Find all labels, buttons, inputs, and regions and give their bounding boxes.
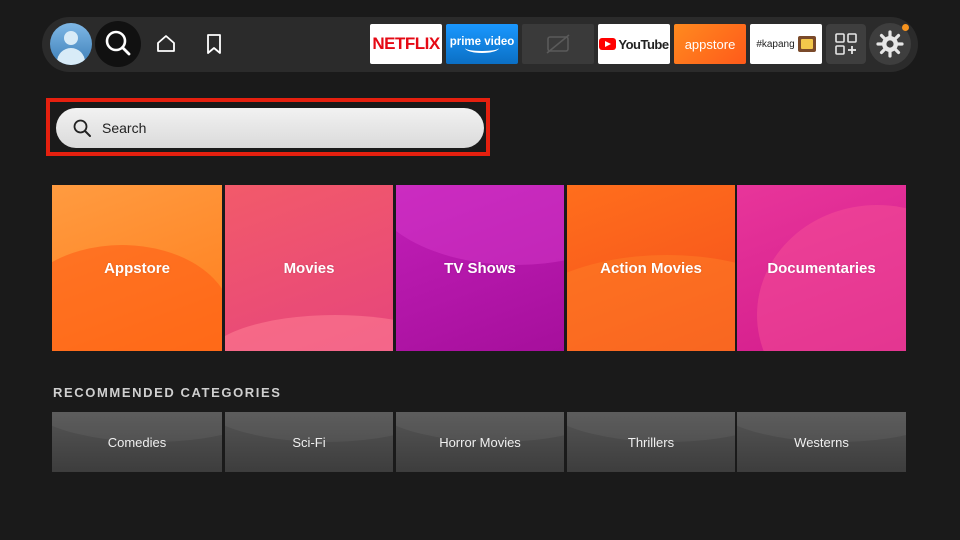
search-label: Search [102,120,147,136]
tile-appstore[interactable]: Appstore [52,185,222,351]
category-westerns[interactable]: Westerns [737,412,906,472]
app-hidden-tile[interactable] [522,24,594,64]
tile-movies[interactable]: Movies [225,185,393,351]
bookmark-icon [207,34,221,54]
category-horror-movies[interactable]: Horror Movies [396,412,564,472]
tile-tv-shows[interactable]: TV Shows [396,185,564,351]
category-sci-fi[interactable]: Sci-Fi [225,412,393,472]
app-youtube[interactable]: YouTube [598,24,670,64]
tile-decoration [396,185,564,265]
category-label: Sci-Fi [292,434,326,450]
tile-label: Action Movies [600,259,702,277]
category-label: Comedies [107,434,167,450]
notification-dot [902,24,909,31]
tile-label: TV Shows [444,259,516,277]
tile-documentaries[interactable]: Documentaries [737,185,906,351]
tv-icon [797,36,816,52]
prime-smile-icon [465,43,499,53]
tile-label: Movies [283,259,335,277]
app-appstore-logo-text: appstore [684,36,736,52]
category-label: Horror Movies [439,434,521,450]
avatar-head-shape [64,31,78,45]
home-icon [157,35,175,52]
tile-label: Documentaries [767,259,876,277]
app-prime-video[interactable]: prime video [446,24,518,64]
tile-label: Appstore [104,259,170,277]
tile-decoration [757,205,906,351]
search-icon [73,119,91,137]
app-youtube-logo-text: YouTube [618,36,669,52]
app-library-icon [835,33,857,55]
app-appstore[interactable]: appstore [674,24,746,64]
hidden-app-icon [546,34,570,54]
nav-watchlist-button[interactable] [201,31,227,57]
app-netflix[interactable]: NETFLIX [370,24,442,64]
youtube-play-icon [599,38,617,50]
avatar-body-shape [57,48,85,65]
app-kapang-logo-text: #kapang [756,38,795,50]
tile-action-movies[interactable]: Action Movies [567,185,735,351]
search-icon [105,30,131,56]
tile-decoration [225,315,393,351]
app-library-button[interactable] [826,24,866,64]
recommended-categories-heading: RECOMMENDED CATEGORIES [53,385,282,400]
app-netflix-logo-text: NETFLIX [372,34,440,53]
app-kapang[interactable]: #kapang [750,24,822,64]
category-label: Thrillers [627,434,675,450]
category-thrillers[interactable]: Thrillers [567,412,735,472]
nav-search-button[interactable] [95,21,141,67]
category-label: Westerns [794,434,849,450]
search-input[interactable]: Search [56,108,484,148]
nav-home-button[interactable] [153,31,179,57]
category-comedies[interactable]: Comedies [52,412,222,472]
profile-avatar[interactable] [50,23,92,65]
